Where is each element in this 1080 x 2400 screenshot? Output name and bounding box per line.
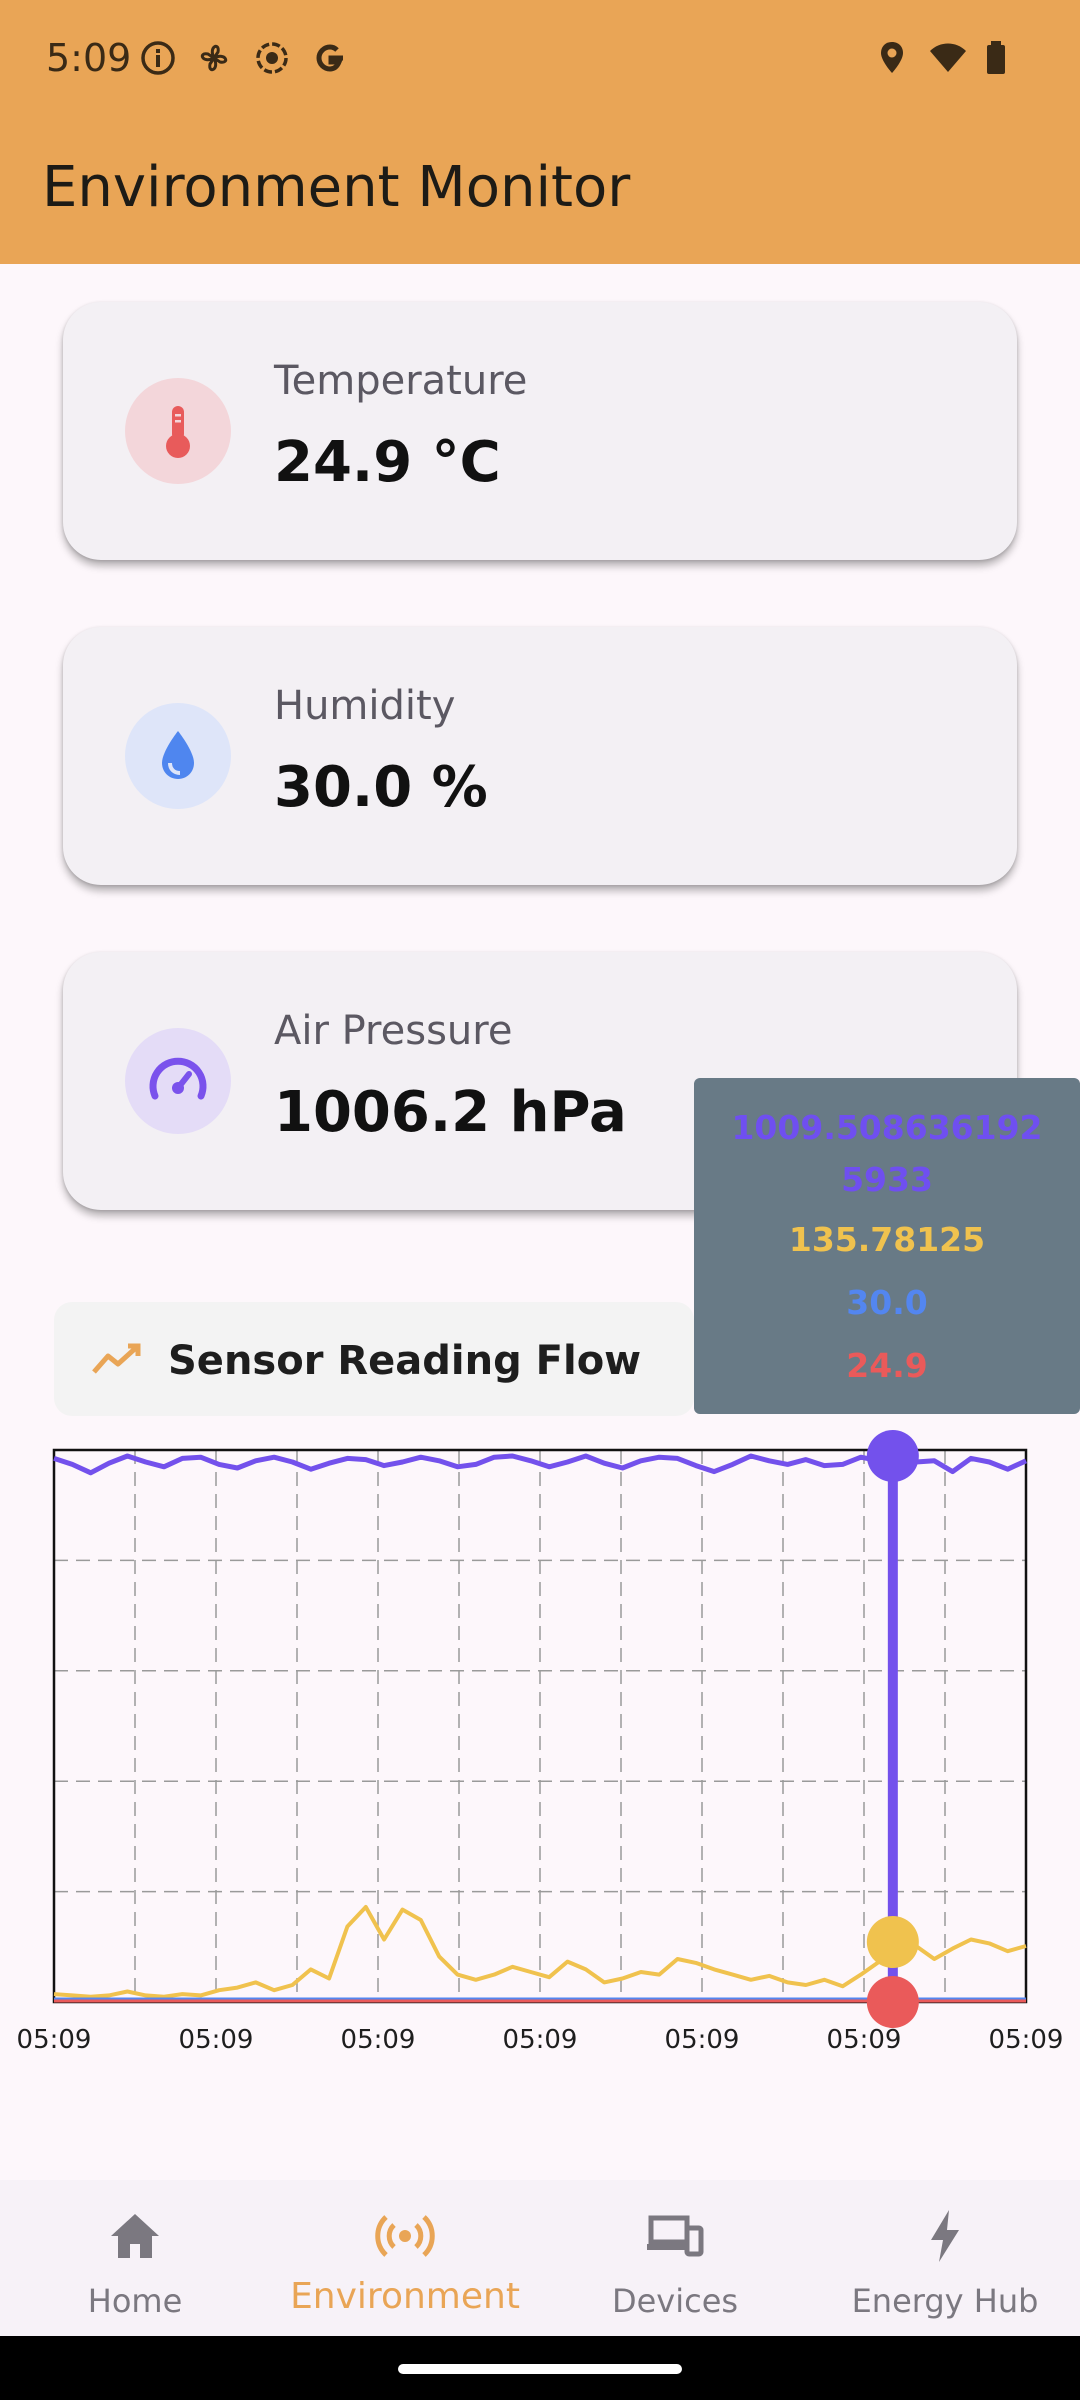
x-tick-label: 05:09 xyxy=(827,2025,902,2055)
tooltip-humidity: 30.0 xyxy=(846,1283,928,1322)
nav-label: Environment xyxy=(290,2276,520,2317)
sensor-line-chart[interactable]: 05:09 05:09 05:09 05:09 05:09 05:09 05:09 xyxy=(0,1400,1080,2080)
devices-icon xyxy=(647,2215,704,2257)
tooltip-temperature: 24.9 xyxy=(846,1346,928,1385)
battery-icon xyxy=(987,41,1005,74)
card-value: 24.9 °C xyxy=(274,430,501,495)
card-value: 1006.2 hPa xyxy=(274,1080,627,1145)
system-navigation-bar xyxy=(0,2336,1080,2400)
water-drop-icon xyxy=(125,703,231,809)
x-tick-label: 05:09 xyxy=(503,2025,578,2055)
nav-label: Devices xyxy=(611,2282,739,2320)
humidity-card[interactable]: Humidity 30.0 % xyxy=(63,627,1017,885)
home-gesture-handle[interactable] xyxy=(398,2364,682,2374)
trending-icon xyxy=(92,1343,141,1374)
bottom-navigation: Home Environment Devices Energy Hub xyxy=(0,2180,1080,2336)
selected-point-temperature xyxy=(866,1976,919,2028)
nav-label: Energy Hub xyxy=(851,2282,1039,2320)
tooltip-series-2: 135.78125 xyxy=(788,1220,986,1259)
google-icon xyxy=(316,44,343,72)
speedometer-icon xyxy=(125,1028,231,1134)
nav-item-devices[interactable]: Devices xyxy=(540,2180,810,2336)
nav-label: Home xyxy=(87,2282,183,2320)
x-tick-label: 05:09 xyxy=(179,2025,254,2055)
nav-item-home[interactable]: Home xyxy=(0,2180,270,2336)
app-bar: 5:09 Environment Monitor xyxy=(0,0,1080,264)
nav-item-energy-hub[interactable]: Energy Hub xyxy=(810,2180,1080,2336)
broadcast-icon xyxy=(375,2215,435,2257)
nav-item-environment[interactable]: Environment xyxy=(270,2180,540,2336)
bolt-icon xyxy=(931,2210,959,2262)
thermometer-icon xyxy=(125,378,231,484)
selected-point-series-2 xyxy=(866,1916,919,1968)
tooltip-pressure: 1009.508636192 5933 xyxy=(731,1108,1043,1199)
card-value: 30.0 % xyxy=(274,755,488,820)
home-icon xyxy=(111,2214,159,2258)
sensor-flow-header: Sensor Reading Flow xyxy=(54,1302,694,1416)
status-bar: 5:09 xyxy=(0,0,1080,120)
card-label: Temperature xyxy=(274,358,528,404)
selected-point-pressure xyxy=(866,1430,919,1482)
section-title: Sensor Reading Flow xyxy=(168,1338,642,1384)
status-time: 5:09 xyxy=(46,36,132,80)
wifi-icon xyxy=(930,43,966,72)
x-tick-label: 05:09 xyxy=(989,2025,1064,2055)
chart-tooltip: 1009.508636192 5933 135.78125 30.0 24.9 xyxy=(694,1078,1080,1414)
location-icon xyxy=(881,42,903,73)
x-tick-label: 05:09 xyxy=(17,2025,92,2055)
info-icon xyxy=(141,41,175,75)
temperature-card[interactable]: Temperature 24.9 °C xyxy=(63,302,1017,560)
card-label: Air Pressure xyxy=(274,1008,513,1054)
page-title: Environment Monitor xyxy=(42,155,631,220)
x-tick-label: 05:09 xyxy=(341,2025,416,2055)
x-tick-label: 05:09 xyxy=(665,2025,740,2055)
card-label: Humidity xyxy=(274,683,456,729)
record-icon xyxy=(256,42,288,74)
fan-icon xyxy=(200,44,228,72)
